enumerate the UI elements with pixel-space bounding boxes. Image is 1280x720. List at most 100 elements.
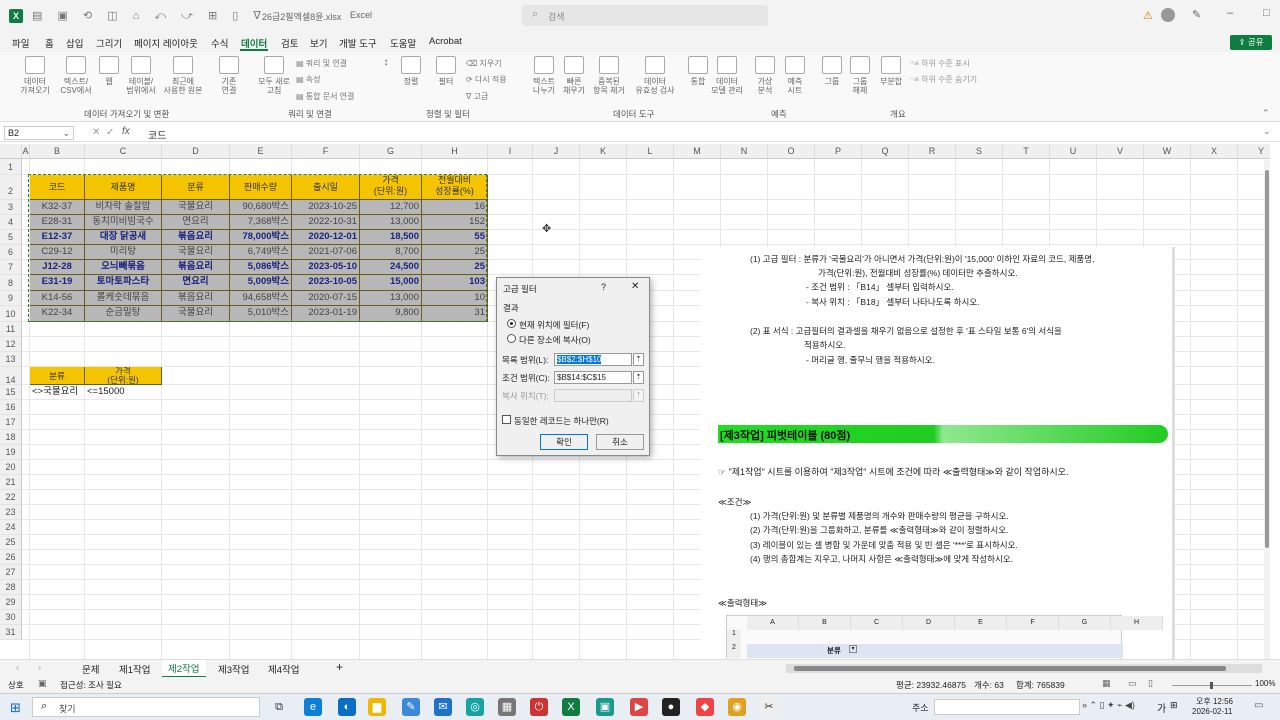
list-range-picker-icon[interactable]: ⇡ xyxy=(633,353,644,366)
edge-browser-icon[interactable]: ◐ xyxy=(338,698,356,716)
insert-function-icon[interactable]: fx xyxy=(122,126,130,137)
prev-sheet-icon[interactable]: ‹ xyxy=(16,662,19,673)
menu-data[interactable]: 데이터 xyxy=(241,36,267,50)
flash-fill-button[interactable]: 빠른 채우기 xyxy=(558,56,590,95)
collapse-ribbon-icon[interactable]: ⌃ xyxy=(1262,108,1270,119)
row-header[interactable]: 30 xyxy=(0,610,22,625)
row-header[interactable]: 29 xyxy=(0,595,22,610)
remove-duplicates-button[interactable]: 중복된 항목 제거 xyxy=(588,56,630,95)
address-bar[interactable] xyxy=(934,699,1080,715)
existing-connections-button[interactable]: 기존 연결 xyxy=(212,56,246,95)
hide-detail-button[interactable]: ⁻≡ 하위 수준 숨기기 xyxy=(910,74,977,85)
menu-home[interactable]: 홈 xyxy=(45,36,54,50)
zoom-level[interactable]: 100% xyxy=(1255,679,1275,688)
ime-icon[interactable]: ⊞ xyxy=(1170,700,1178,711)
vertical-scrollbar[interactable] xyxy=(1264,160,1270,660)
criteria-value-cell[interactable]: <=15000 xyxy=(85,385,162,400)
column-header[interactable]: R xyxy=(909,144,956,159)
criteria-header-cell[interactable]: 가격 (단위:원) xyxy=(85,367,162,385)
expand-formula-icon[interactable]: ⌄ xyxy=(1263,126,1271,137)
column-header[interactable]: S xyxy=(956,144,1003,159)
show-detail-button[interactable]: ⁺≡ 하위 수준 표시 xyxy=(910,58,970,69)
macro-icon[interactable]: ▣ xyxy=(38,678,47,689)
row-header[interactable]: 25 xyxy=(0,535,22,550)
power-icon[interactable]: ⏻ xyxy=(530,698,548,716)
row-header[interactable]: 20 xyxy=(0,460,22,475)
column-header[interactable]: V xyxy=(1097,144,1144,159)
consolidate-button[interactable]: 통합 xyxy=(684,56,712,86)
help-icon[interactable]: ? xyxy=(601,282,606,292)
row-header[interactable]: 4 xyxy=(0,215,22,230)
brave-icon[interactable]: ◆ xyxy=(696,698,714,716)
taskbar-search[interactable]: ⌕ 찾기 xyxy=(32,697,260,717)
column-header[interactable]: O xyxy=(768,144,815,159)
next-sheet-icon[interactable]: › xyxy=(38,662,41,673)
column-header[interactable]: H xyxy=(422,144,488,159)
select-all-corner[interactable] xyxy=(0,144,22,159)
media-icon[interactable]: ▶ xyxy=(630,698,648,716)
menu-file[interactable]: 파일 xyxy=(12,36,29,50)
column-header[interactable]: P xyxy=(815,144,862,159)
normal-view-icon[interactable]: ▦ xyxy=(1102,678,1111,689)
clock-time[interactable]: 오후 12:56 xyxy=(1196,696,1233,707)
unique-records-checkbox[interactable] xyxy=(502,415,511,424)
tray-icons[interactable]: » ⌃ ▯ ✦ ⌁ ◀) xyxy=(1082,700,1135,711)
row-header[interactable]: 7 xyxy=(0,260,22,275)
row-header[interactable]: 8 xyxy=(0,275,22,291)
chrome-icon[interactable]: ◉ xyxy=(728,698,746,716)
clock-date[interactable]: 2026-02-11 xyxy=(1192,707,1232,716)
menu-draw[interactable]: 그리기 xyxy=(96,36,122,50)
calculator-icon[interactable]: ▦ xyxy=(498,698,516,716)
menu-insert[interactable]: 삽입 xyxy=(66,36,83,50)
column-header[interactable]: L xyxy=(627,144,674,159)
column-header[interactable]: E xyxy=(230,144,292,159)
properties-button[interactable]: ▤ 속성 xyxy=(296,74,321,85)
row-header[interactable]: 21 xyxy=(0,475,22,490)
row-header[interactable]: 24 xyxy=(0,520,22,535)
column-header[interactable]: I xyxy=(488,144,533,159)
row-header[interactable]: 15 xyxy=(0,385,22,400)
workbook-links-button[interactable]: ▤ 통합 문서 연결 xyxy=(296,91,354,102)
sort-button[interactable]: 정렬 xyxy=(397,56,425,86)
sort-az-icon[interactable]: ↕ xyxy=(378,58,394,68)
sheet-tab-2[interactable]: 제2작업 xyxy=(162,660,206,678)
row-header[interactable]: 2 xyxy=(0,175,22,200)
row-header[interactable]: 10 xyxy=(0,306,22,322)
get-data-button[interactable]: 데이터 가져오기 xyxy=(14,56,56,95)
store-icon[interactable]: ▣ xyxy=(596,698,614,716)
column-header[interactable]: N xyxy=(721,144,768,159)
column-header[interactable]: C xyxy=(85,144,162,159)
menu-help[interactable]: 도움말 xyxy=(390,36,416,50)
ribbon-display-icon[interactable]: ✎ xyxy=(1192,8,1201,21)
menu-formulas[interactable]: 수식 xyxy=(211,36,228,50)
column-header[interactable]: F xyxy=(292,144,360,159)
filter-button[interactable]: 필터 xyxy=(432,56,460,86)
data-model-button[interactable]: 데이터 모델 관리 xyxy=(710,56,744,95)
edge-icon[interactable]: e xyxy=(304,698,322,716)
row-header[interactable]: 22 xyxy=(0,490,22,505)
accessibility-status[interactable]: 접근성: 조사 필요 xyxy=(60,679,122,691)
excel-taskbar-icon[interactable]: X xyxy=(562,698,580,716)
windows-start-icon[interactable]: ⊞ xyxy=(10,700,21,716)
criteria-range-picker-icon[interactable]: ⇡ xyxy=(633,371,644,384)
group-button[interactable]: 그룹 xyxy=(818,56,846,86)
row-header[interactable]: 9 xyxy=(0,291,22,306)
copy-to-input[interactable] xyxy=(554,389,632,402)
menu-view[interactable]: 보기 xyxy=(310,36,327,50)
criteria-header-cell[interactable]: 분류 xyxy=(30,367,85,385)
column-header[interactable]: B xyxy=(30,144,85,159)
row-header[interactable]: 31 xyxy=(0,625,22,640)
column-header[interactable]: G xyxy=(360,144,422,159)
column-header[interactable]: T xyxy=(1003,144,1050,159)
name-box[interactable]: B2 ⌄ xyxy=(4,126,74,140)
enter-icon[interactable]: ✓ xyxy=(106,127,114,138)
subtotal-button[interactable]: 부분합 xyxy=(876,56,906,86)
menu-developer[interactable]: 개발 도구 xyxy=(339,36,377,50)
close-icon[interactable]: ✕ xyxy=(631,281,639,292)
from-table-button[interactable]: 테이블/ 범위에서 xyxy=(120,56,162,95)
queries-connections-button[interactable]: ▤ 쿼리 및 연결 xyxy=(296,58,347,69)
chrome-like-icon[interactable]: ◎ xyxy=(466,698,484,716)
ungroup-button[interactable]: 그룹 해제 xyxy=(846,56,874,95)
page-layout-view-icon[interactable]: ▭ xyxy=(1128,678,1137,689)
row-header[interactable]: 5 xyxy=(0,230,22,245)
